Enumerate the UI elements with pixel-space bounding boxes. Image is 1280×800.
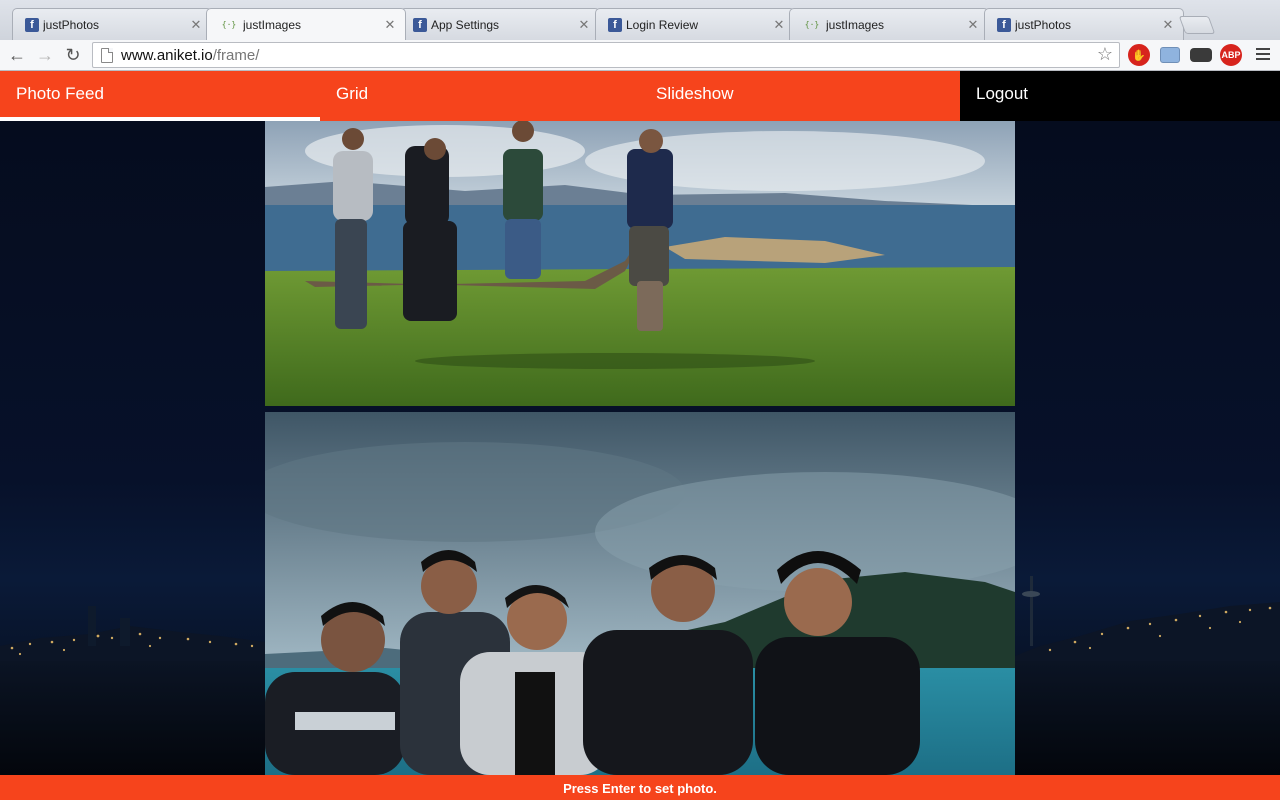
photo-feed-stage bbox=[0, 121, 1280, 775]
menu-icon[interactable] bbox=[1256, 46, 1270, 62]
tab-title: justImages bbox=[243, 17, 302, 32]
browser-tab-strip: f justPhotos ✕ {·} justImages ✕ f App Se… bbox=[0, 0, 1280, 40]
facebook-icon: f bbox=[25, 17, 39, 32]
close-icon[interactable]: ✕ bbox=[577, 17, 591, 33]
browser-tab-6[interactable]: f justPhotos ✕ bbox=[984, 8, 1184, 40]
code-icon: {·} bbox=[221, 20, 237, 29]
close-icon[interactable]: ✕ bbox=[772, 17, 786, 33]
reload-icon[interactable]: ↻ bbox=[62, 44, 84, 66]
new-tab-button[interactable] bbox=[1178, 16, 1216, 34]
browser-toolbar: ← → ↻ www.aniket.io/frame/ ☆ ✋ ABP bbox=[0, 40, 1280, 71]
nav-grid[interactable]: Grid bbox=[320, 71, 640, 121]
jumping-group-photo bbox=[265, 121, 1015, 406]
app-nav: Photo Feed Grid Slideshow Logout bbox=[0, 71, 1280, 121]
tab-title: justPhotos bbox=[43, 17, 100, 32]
close-icon[interactable]: ✕ bbox=[383, 17, 397, 33]
facebook-icon: f bbox=[997, 17, 1011, 32]
page-icon bbox=[101, 47, 113, 63]
nav-slideshow[interactable]: Slideshow bbox=[640, 71, 960, 121]
nav-photo-feed[interactable]: Photo Feed bbox=[0, 71, 320, 121]
browser-tab-5[interactable]: {·} justImages ✕ bbox=[789, 8, 989, 40]
back-arrow-icon[interactable]: ← bbox=[6, 44, 28, 66]
adblock-plus-icon[interactable]: ABP bbox=[1220, 44, 1242, 66]
close-icon[interactable]: ✕ bbox=[189, 17, 203, 33]
status-bar: Press Enter to set photo. bbox=[0, 775, 1280, 800]
browser-tab-3[interactable]: f App Settings ✕ bbox=[400, 8, 600, 40]
feed-photo-1[interactable] bbox=[265, 121, 1015, 406]
tab-title: justImages bbox=[826, 17, 885, 32]
incognito-mask-icon[interactable] bbox=[1190, 48, 1212, 62]
url-path: /frame/ bbox=[212, 46, 260, 64]
tab-title: justPhotos bbox=[1015, 17, 1072, 32]
url-host: www.aniket.io bbox=[121, 46, 213, 64]
forward-arrow-icon[interactable]: → bbox=[34, 44, 56, 66]
facebook-icon: f bbox=[413, 17, 427, 32]
stop-icon[interactable]: ✋ bbox=[1128, 44, 1150, 66]
browser-tab-1[interactable]: f justPhotos ✕ bbox=[12, 8, 212, 40]
tab-title: Login Review bbox=[626, 17, 699, 32]
feed-photo-2[interactable] bbox=[265, 412, 1015, 775]
bookmark-star-icon[interactable]: ☆ bbox=[1097, 44, 1113, 65]
tab-title: App Settings bbox=[431, 17, 500, 32]
close-icon[interactable]: ✕ bbox=[1161, 17, 1175, 33]
browser-tab-4[interactable]: f Login Review ✕ bbox=[595, 8, 795, 40]
nav-logout[interactable]: Logout bbox=[960, 71, 1280, 121]
close-icon[interactable]: ✕ bbox=[966, 17, 980, 33]
address-bar[interactable]: www.aniket.io/frame/ ☆ bbox=[92, 42, 1120, 68]
screenshot-icon[interactable] bbox=[1160, 47, 1180, 63]
group-portrait-photo bbox=[265, 412, 1015, 775]
facebook-icon: f bbox=[608, 17, 622, 32]
browser-tab-2[interactable]: {·} justImages ✕ bbox=[206, 8, 406, 40]
code-icon: {·} bbox=[804, 20, 820, 29]
